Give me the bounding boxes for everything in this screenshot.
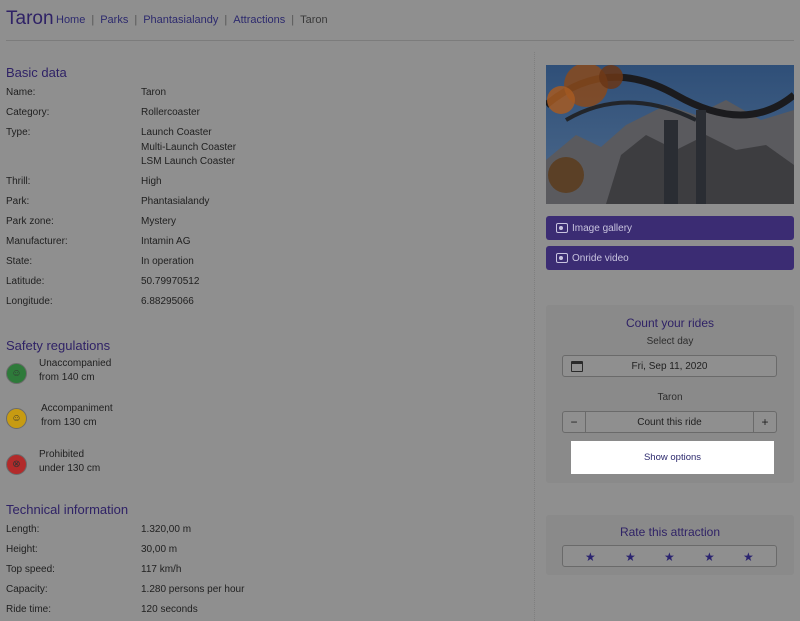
row-label: Longitude: xyxy=(6,296,53,307)
image-gallery-label: Image gallery xyxy=(572,222,633,234)
row-label: Height: xyxy=(6,544,38,555)
breadcrumb-separator: | xyxy=(224,14,228,26)
header-divider xyxy=(6,40,794,41)
attraction-photo[interactable] xyxy=(546,65,794,204)
safety-line2: from 130 cm xyxy=(41,417,97,428)
tech-title: Technical information xyxy=(6,502,129,517)
row-value: 117 km/h xyxy=(141,564,182,575)
plus-button[interactable]: + xyxy=(753,412,776,432)
breadcrumb-parks[interactable]: Parks xyxy=(100,14,128,26)
row-value: High xyxy=(141,176,162,187)
row-label: Type: xyxy=(6,127,31,138)
safety-title: Safety regulations xyxy=(6,338,111,353)
row-value: Mystery xyxy=(141,216,176,227)
star-icon[interactable]: ★ xyxy=(743,550,754,564)
breadcrumb-home[interactable]: Home xyxy=(56,14,85,26)
breadcrumb-separator: | xyxy=(291,14,295,26)
row-value: 1.280 persons per hour xyxy=(141,584,245,595)
row-value: Multi-Launch Coaster xyxy=(141,141,237,153)
row-label: Latitude: xyxy=(6,276,45,287)
prohibited-icon: ⊗ xyxy=(6,454,27,475)
row-label: Category: xyxy=(6,107,50,118)
row-label: Top speed: xyxy=(6,564,55,575)
row-value: 1.320,00 m xyxy=(141,524,192,535)
select-day-label: Select day xyxy=(646,336,694,347)
minus-button[interactable]: − xyxy=(563,412,586,432)
rate-card: Rate this attraction ★ ★ ★ ★ ★ xyxy=(546,515,794,575)
show-options-button[interactable]: Show options xyxy=(571,441,774,474)
page-title: Taron xyxy=(6,8,54,29)
row-label: Park zone: xyxy=(6,216,54,227)
breadcrumb: Home | Parks | Phantasialandy | Attracti… xyxy=(56,14,328,26)
safety-line2: under 130 cm xyxy=(39,463,101,474)
column-divider xyxy=(534,52,535,621)
star-rating[interactable]: ★ ★ ★ ★ ★ xyxy=(562,545,777,567)
row-value: In operation xyxy=(141,256,194,267)
row-value: 30,00 m xyxy=(141,544,178,555)
breadcrumb-current: Taron xyxy=(300,14,328,26)
row-label: Name: xyxy=(6,87,36,98)
row-label: Length: xyxy=(6,524,40,535)
breadcrumb-attractions[interactable]: Attractions xyxy=(233,14,285,26)
basic-data-title: Basic data xyxy=(6,65,67,80)
row-value: Taron xyxy=(141,87,167,98)
ride-name-label: Taron xyxy=(657,392,683,403)
star-icon[interactable]: ★ xyxy=(704,550,715,564)
date-value: Fri, Sep 11, 2020 xyxy=(631,361,708,372)
video-icon xyxy=(556,253,568,263)
group-icon: ☺ xyxy=(6,408,27,429)
row-label: Thrill: xyxy=(6,176,31,187)
row-value: 6.88295066 xyxy=(141,296,194,307)
breadcrumb-separator: | xyxy=(91,14,95,26)
safety-line1: Unaccompanied xyxy=(39,358,112,369)
star-icon[interactable]: ★ xyxy=(664,550,675,564)
row-value: LSM Launch Coaster xyxy=(141,156,235,167)
onride-video-button[interactable]: Onride video xyxy=(546,246,794,270)
row-label: Park: xyxy=(6,196,30,207)
row-value: Rollercoaster xyxy=(141,107,200,118)
count-rides-title: Count your rides xyxy=(625,316,715,330)
safety-line1: Accompaniment xyxy=(41,403,113,414)
count-ride-label[interactable]: Count this ride xyxy=(585,417,754,428)
row-label: Manufacturer: xyxy=(6,236,68,247)
row-value: Launch Coaster xyxy=(141,127,212,138)
onride-video-label: Onride video xyxy=(572,252,629,264)
safety-line2: from 140 cm xyxy=(39,372,95,383)
attraction-photo-image xyxy=(546,65,794,204)
star-icon[interactable]: ★ xyxy=(585,550,596,564)
star-icon[interactable]: ★ xyxy=(625,550,636,564)
row-value: 50.79970512 xyxy=(141,276,200,287)
date-picker[interactable]: Fri, Sep 11, 2020 xyxy=(562,355,777,377)
rate-title: Rate this attraction xyxy=(619,525,721,539)
image-gallery-button[interactable]: Image gallery xyxy=(546,216,794,240)
breadcrumb-separator: | xyxy=(134,14,138,26)
image-gallery-icon xyxy=(556,223,568,233)
person-icon: ☺ xyxy=(6,363,27,384)
row-label: Capacity: xyxy=(6,584,48,595)
count-ride-stepper[interactable]: − Count this ride + xyxy=(562,411,777,433)
row-value: 120 seconds xyxy=(141,604,198,615)
row-label: State: xyxy=(6,256,33,267)
row-value: Phantasialandy xyxy=(141,196,210,207)
safety-line1: Prohibited xyxy=(39,449,85,460)
row-value: Intamin AG xyxy=(141,236,191,247)
breadcrumb-park[interactable]: Phantasialandy xyxy=(143,14,218,26)
row-label: Ride time: xyxy=(6,604,52,615)
